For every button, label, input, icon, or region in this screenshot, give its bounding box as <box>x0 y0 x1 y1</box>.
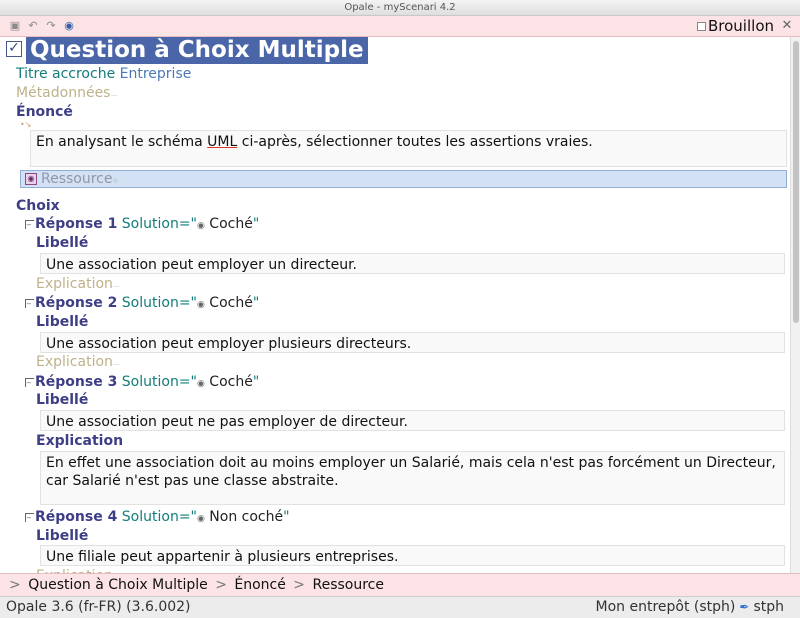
status-right: Mon entrepôt (stph) ✒ stph <box>596 597 784 618</box>
breadcrumb: > Question à Choix Multiple > Énoncé > R… <box>0 573 800 596</box>
ressource-label-text: Ressource <box>41 171 113 187</box>
close-icon[interactable]: ✕ <box>780 17 794 35</box>
breadcrumb-item-enonce[interactable]: Énoncé <box>234 577 285 593</box>
titre-accroche-label: Titre accroche <box>16 66 116 82</box>
reponse-4-label: Réponse 4 <box>35 509 118 525</box>
brouillon-checkbox[interactable] <box>697 21 706 31</box>
solution-prefix: Solution=" <box>121 295 197 311</box>
choix-label: Choix <box>16 198 60 214</box>
metadonnees-row[interactable]: Métadonnées— <box>16 84 117 104</box>
reponse-2-solution[interactable]: Coché <box>209 295 253 311</box>
status-user[interactable]: stph <box>753 597 784 618</box>
titre-accroche-value[interactable]: Entreprise <box>120 66 192 82</box>
question-title[interactable]: Question à Choix Multiple <box>26 37 368 64</box>
reponse-2-header[interactable]: Réponse 2 Solution="◉ Coché" <box>35 294 259 314</box>
window-titlebar: Opale - myScenari 4.2 <box>0 0 800 16</box>
breadcrumb-separator: > <box>293 577 306 593</box>
collapse-icon[interactable]: − <box>25 378 34 387</box>
reponse-1-header[interactable]: Réponse 1 Solution="◉ Coché" <box>35 215 259 235</box>
scrollbar-thumb[interactable] <box>793 41 799 323</box>
status-workspace[interactable]: Mon entrepôt (stph) <box>596 597 736 618</box>
status-bar: Opale 3.6 (fr-FR) (3.6.002) Mon entrepôt… <box>0 596 800 618</box>
expand-handle-icon[interactable]: — <box>110 91 117 99</box>
ressource-label: Ressource⊕ <box>41 170 118 190</box>
solution-prefix: Solution=" <box>121 374 197 390</box>
reponse-1-explication-row[interactable]: Explication— <box>36 275 120 295</box>
redo-icon[interactable]: ↷ <box>45 20 57 32</box>
solution-prefix: Solution=" <box>121 216 197 232</box>
breadcrumb-item-question[interactable]: Question à Choix Multiple <box>28 577 208 593</box>
brouillon-toggle[interactable]: Brouillon <box>697 17 774 35</box>
expand-handle-icon[interactable]: — <box>113 360 120 368</box>
reponse-3-label: Réponse 3 <box>35 374 118 390</box>
collapse-icon[interactable]: − <box>25 299 34 308</box>
reponse-3-explication-text[interactable]: En effet une association doit au moins e… <box>40 451 785 505</box>
enonce-paragraph[interactable]: En analysant le schéma UML ci-après, sél… <box>30 130 787 167</box>
reponse-2-explication-row[interactable]: Explication— <box>36 353 120 373</box>
reponse-2-label: Réponse 2 <box>35 295 118 311</box>
enonce-text-uml: UML <box>207 134 238 150</box>
breadcrumb-separator: > <box>215 577 227 593</box>
enonce-label: Énoncé <box>16 104 73 120</box>
question-checkbox-icon[interactable]: ✓ <box>6 41 22 57</box>
reponse-3-header[interactable]: Réponse 3 Solution="◉ Coché" <box>35 373 259 393</box>
breadcrumb-item-ressource[interactable]: Ressource <box>312 577 384 593</box>
reponse-4-libelle-text[interactable]: Une filiale peut appartenir à plusieurs … <box>40 545 785 566</box>
solution-suffix: " <box>252 216 260 232</box>
dropdown-icon[interactable]: ◉ <box>197 514 205 524</box>
dropdown-icon[interactable]: ◉ <box>197 300 205 310</box>
ressource-expand-icon[interactable]: ⊕ <box>113 177 119 185</box>
reponse-4-libelle-label: Libellé <box>36 528 89 544</box>
ressource-block[interactable] <box>20 170 787 188</box>
reponse-1-solution[interactable]: Coché <box>209 216 253 232</box>
save-icon[interactable]: ▣ <box>9 20 21 32</box>
status-version: Opale 3.6 (fr-FR) (3.6.002) <box>6 599 191 615</box>
info-icon[interactable]: ◉ <box>63 20 75 32</box>
toolbar: ▣ ↶ ↷ ◉ Brouillon ✕ <box>0 16 800 37</box>
solution-suffix: " <box>283 509 290 525</box>
metadonnees-label: Métadonnées <box>16 85 111 101</box>
reponse-2-libelle-text[interactable]: Une association peut employer plusieurs … <box>40 332 785 353</box>
reponse-1-libelle-label: Libellé <box>36 235 89 251</box>
dropdown-icon[interactable]: ◉ <box>197 221 205 231</box>
reponse-1-label: Réponse 1 <box>35 216 118 232</box>
dropdown-icon[interactable]: ◉ <box>197 379 205 389</box>
ressource-icon[interactable]: ◉ <box>25 173 37 185</box>
reponse-3-libelle-label: Libellé <box>36 392 89 408</box>
solution-suffix: " <box>252 374 260 390</box>
reponse-3-solution[interactable]: Coché <box>209 374 253 390</box>
reponse-1-libelle-text[interactable]: Une association peut employer un directe… <box>40 253 785 274</box>
reponse-3-libelle-text[interactable]: Une association peut ne pas employer de … <box>40 410 785 431</box>
window-title: Opale - myScenari 4.2 <box>344 2 456 13</box>
enonce-marker-icon: •↘ <box>20 120 32 129</box>
undo-icon[interactable]: ↶ <box>27 20 39 32</box>
reponse-3-explication-label: Explication <box>36 433 124 449</box>
expand-handle-icon[interactable]: — <box>113 282 120 290</box>
collapse-icon[interactable]: − <box>25 513 34 522</box>
reponse-2-libelle-label: Libellé <box>36 314 89 330</box>
solution-suffix: " <box>252 295 260 311</box>
collapse-icon[interactable]: − <box>25 220 34 229</box>
reponse-4-header[interactable]: Réponse 4 Solution="◉ Non coché" <box>35 508 290 528</box>
enonce-text-before: En analysant le schéma <box>36 134 208 150</box>
reponse-2-explication-label: Explication <box>36 354 113 370</box>
brouillon-label: Brouillon <box>708 17 774 35</box>
titre-accroche-row[interactable]: Titre accroche Entreprise <box>16 65 191 83</box>
enonce-text-after: ci-après, sélectionner toutes les assert… <box>237 134 593 150</box>
breadcrumb-separator: > <box>9 577 21 593</box>
editor-scrollbar[interactable] <box>790 37 800 573</box>
reponse-4-solution[interactable]: Non coché <box>209 509 283 525</box>
reponse-1-explication-label: Explication <box>36 276 113 292</box>
solution-prefix: Solution=" <box>121 509 197 525</box>
document-editor[interactable]: ✓ Question à Choix Multiple Titre accroc… <box>0 37 790 573</box>
pen-icon: ✒ <box>739 600 750 614</box>
